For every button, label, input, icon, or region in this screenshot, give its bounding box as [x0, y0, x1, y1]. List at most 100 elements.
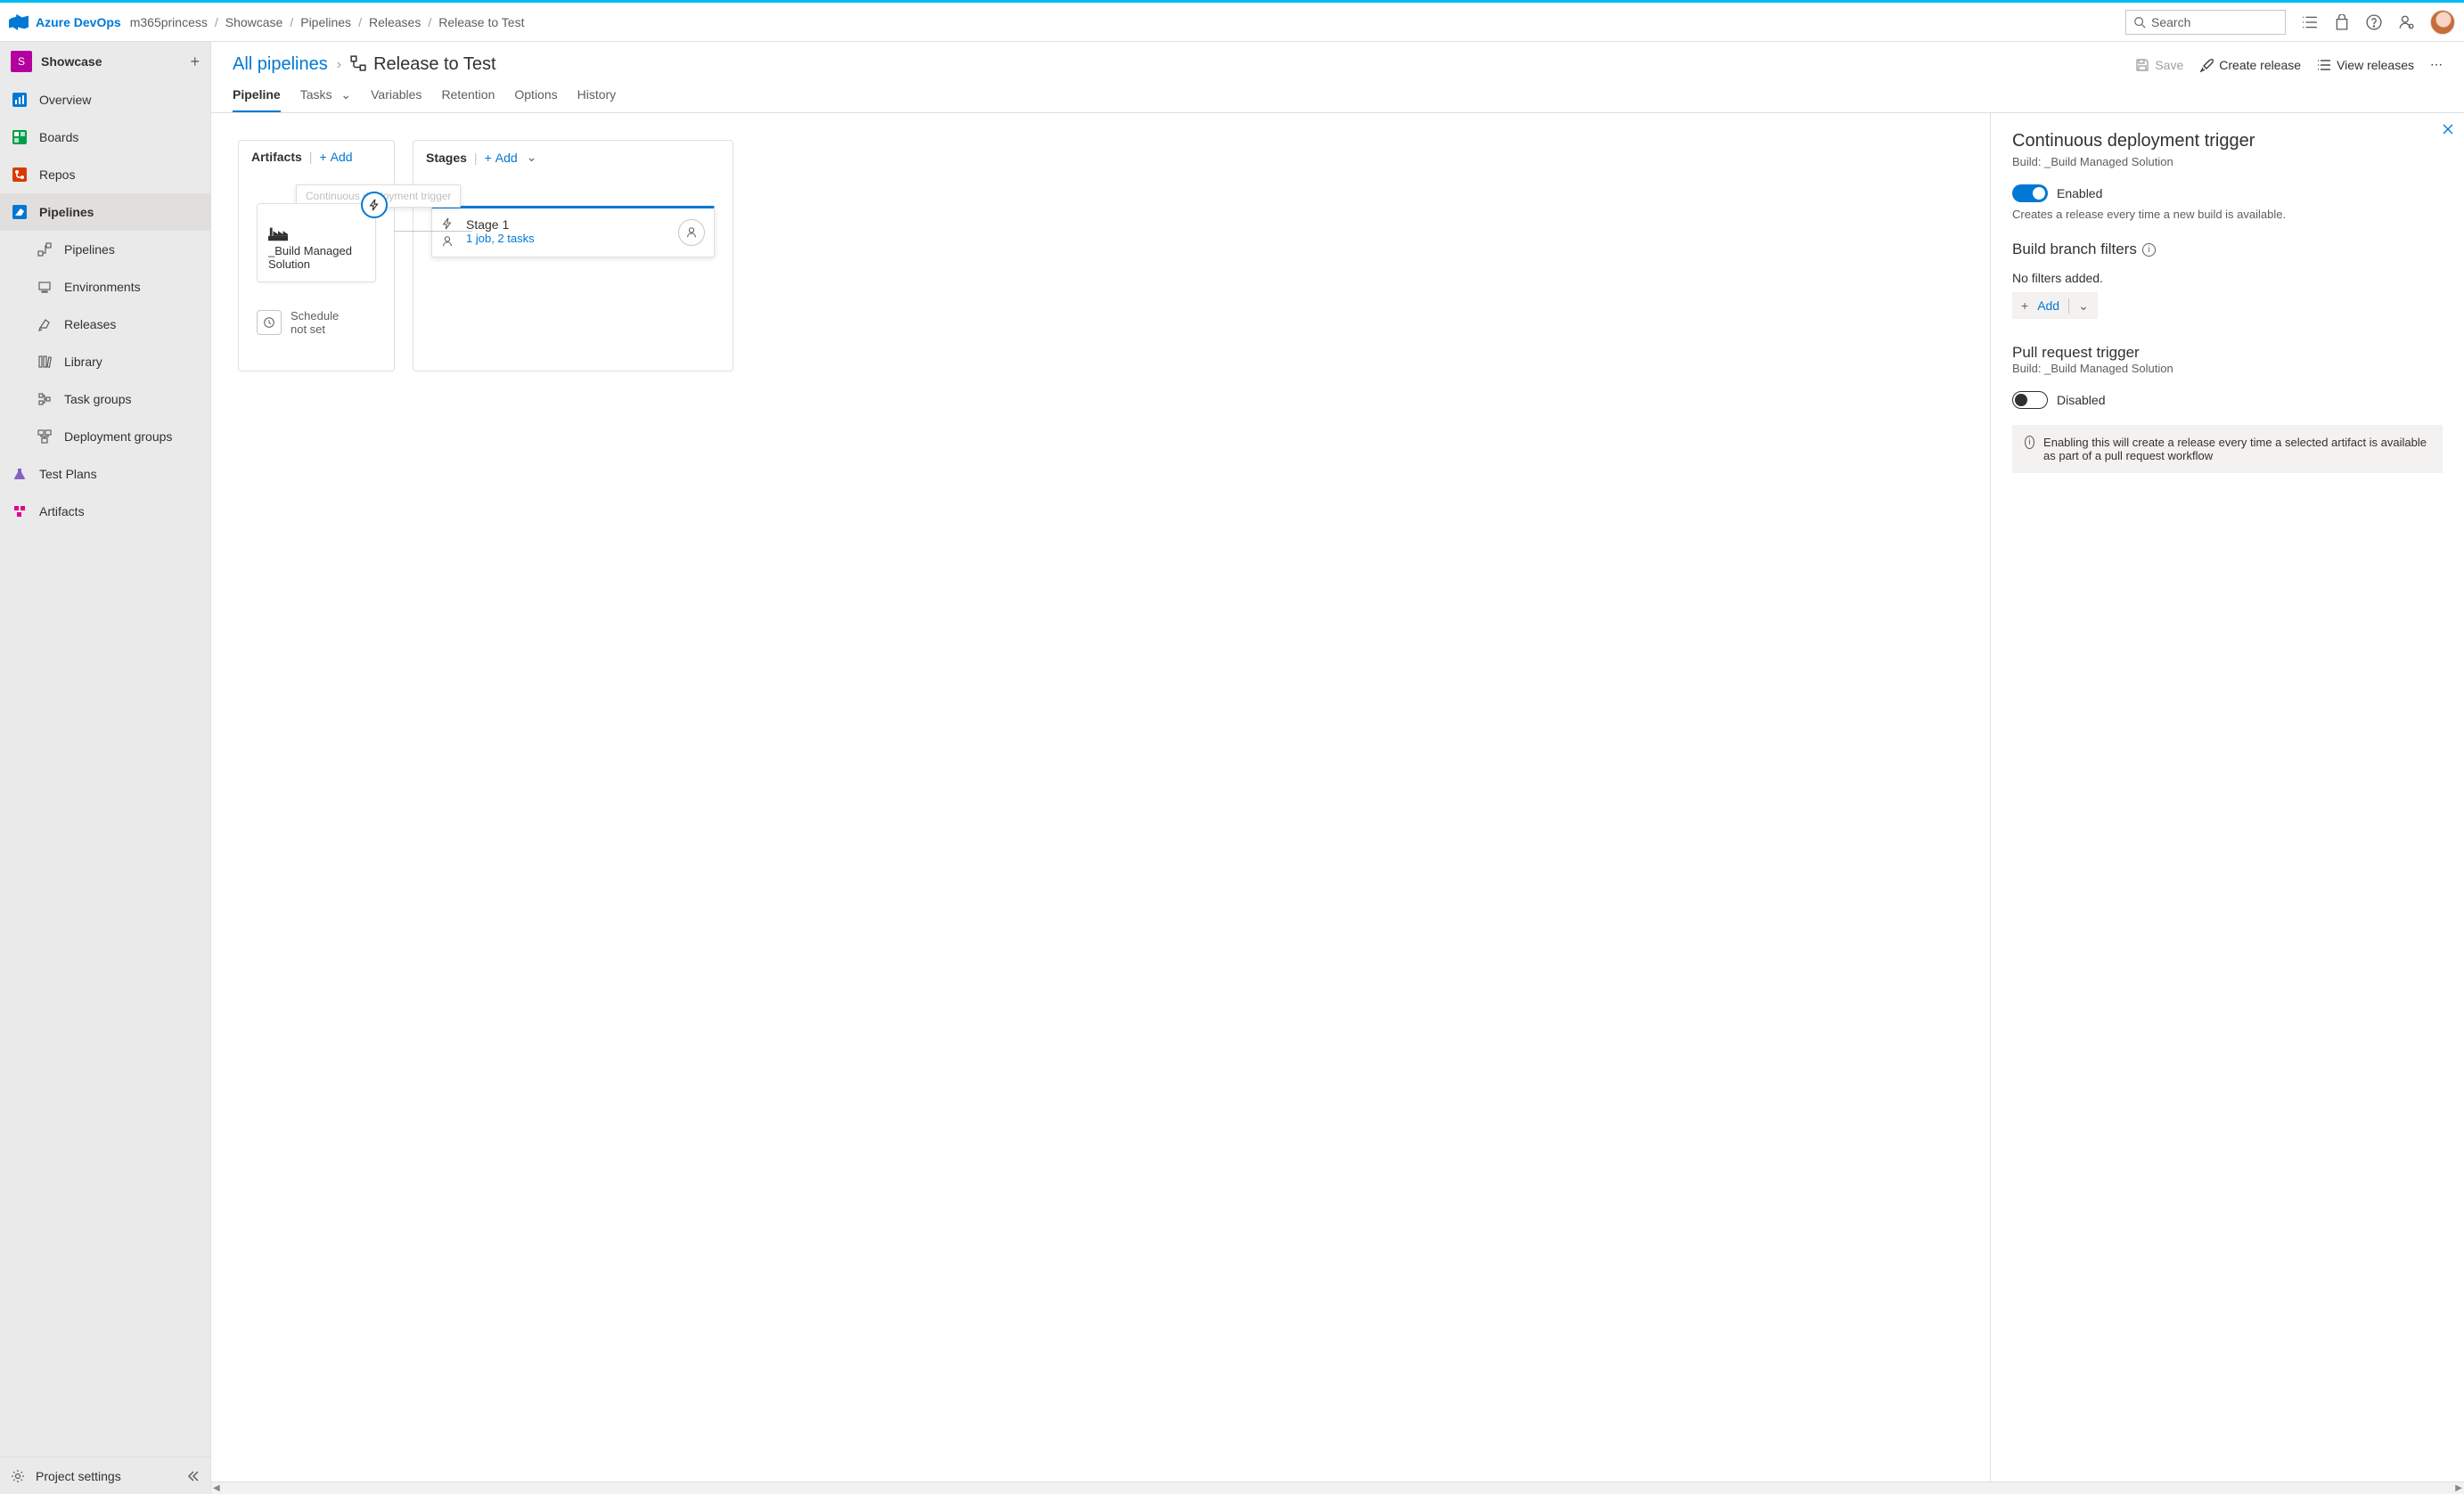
plus-icon: +	[2012, 298, 2037, 313]
info-icon[interactable]: i	[2142, 243, 2156, 257]
shopping-bag-icon[interactable]	[2334, 14, 2350, 30]
create-release-button[interactable]: Create release	[2199, 58, 2301, 72]
tab-tasks[interactable]: Tasks ⌄	[300, 87, 351, 112]
search-icon	[2133, 16, 2146, 29]
panel-title: Continuous deployment trigger	[2012, 131, 2443, 151]
main-content: All pipelines › Release to Test Save Cre…	[211, 42, 2464, 1494]
pr-info-box: i Enabling this will create a release ev…	[2012, 425, 2443, 473]
tab-history[interactable]: History	[577, 87, 617, 112]
sidebar-sub-task-groups[interactable]: Task groups	[0, 380, 210, 418]
chevron-down-icon: ⌄	[340, 87, 351, 102]
collapse-sidebar-icon[interactable]	[185, 1469, 200, 1483]
artifacts-title: Artifacts	[251, 150, 302, 164]
cd-trigger-panel: Continuous deployment trigger Build: _Bu…	[1990, 113, 2464, 1482]
list-icon[interactable]	[2302, 14, 2318, 30]
sidebar-sub-pipelines[interactable]: Pipelines	[0, 231, 210, 268]
gear-icon	[11, 1469, 25, 1483]
sidebar-item-artifacts[interactable]: Artifacts	[0, 493, 210, 530]
pr-subtitle: Build: _Build Managed Solution	[2012, 362, 2443, 375]
project-selector[interactable]: S Showcase +	[0, 42, 210, 81]
more-actions-button[interactable]: ⋯	[2430, 57, 2443, 72]
tab-variables[interactable]: Variables	[371, 87, 422, 112]
add-stage-button[interactable]: +Add⌄	[485, 150, 537, 165]
all-pipelines-link[interactable]: All pipelines	[233, 54, 328, 75]
artifact-card[interactable]: _Build Managed Solution	[257, 203, 376, 282]
project-settings-link[interactable]: Project settings	[0, 1457, 210, 1494]
sidebar-sub-library[interactable]: Library	[0, 343, 210, 380]
pipeline-canvas: Artifacts | +Add Continuous deployment t…	[211, 113, 1990, 1482]
artifact-name: _Build Managed Solution	[268, 244, 364, 271]
scroll-right-icon[interactable]: ▶	[2455, 1483, 2462, 1493]
lightning-icon	[368, 199, 381, 211]
overview-icon	[11, 91, 29, 109]
user-settings-icon[interactable]	[2398, 14, 2414, 30]
sidebar-item-label: Deployment groups	[64, 429, 172, 444]
view-releases-button[interactable]: View releases	[2317, 58, 2414, 72]
add-filter-button[interactable]: + Add ⌄	[2012, 292, 2098, 319]
sidebar-item-label: Pipelines	[39, 205, 94, 219]
sidebar-sub-environments[interactable]: Environments	[0, 268, 210, 306]
page-toolbar: All pipelines › Release to Test Save Cre…	[211, 42, 2464, 75]
deployment-groups-icon	[36, 428, 53, 445]
person-icon	[441, 235, 454, 248]
environments-icon	[36, 278, 53, 296]
sidebar-item-label: Releases	[64, 317, 116, 331]
add-artifact-button[interactable]: +Add	[319, 150, 352, 164]
pr-info-text: Enabling this will create a release ever…	[2043, 436, 2430, 462]
project-name: Showcase	[41, 54, 190, 69]
help-icon[interactable]	[2366, 14, 2382, 30]
build-icon	[268, 225, 288, 241]
post-deployment-button[interactable]	[678, 219, 705, 246]
breadcrumb[interactable]: Pipelines	[300, 15, 351, 29]
sidebar-item-test-plans[interactable]: Test Plans	[0, 455, 210, 493]
tab-options[interactable]: Options	[514, 87, 557, 112]
brand-link[interactable]: Azure DevOps	[36, 15, 121, 29]
sidebar-item-label: Pipelines	[64, 242, 115, 257]
cd-enabled-toggle[interactable]	[2012, 184, 2048, 202]
horizontal-scrollbar[interactable]: ◀ ▶	[211, 1482, 2464, 1494]
sidebar-sub-releases[interactable]: Releases	[0, 306, 210, 343]
sidebar-item-boards[interactable]: Boards	[0, 118, 210, 156]
sidebar-item-label: Library	[64, 355, 102, 369]
connector-line	[394, 231, 472, 232]
person-icon	[685, 226, 698, 239]
list-view-icon	[2317, 58, 2331, 72]
breadcrumb[interactable]: Showcase	[225, 15, 283, 29]
save-button[interactable]: Save	[2135, 58, 2183, 72]
pr-enabled-toggle[interactable]	[2012, 391, 2048, 409]
search-placeholder: Search	[2151, 15, 2190, 29]
save-icon	[2135, 58, 2149, 72]
project-icon: S	[11, 51, 32, 72]
user-avatar[interactable]	[2430, 10, 2455, 35]
close-panel-button[interactable]	[2441, 122, 2455, 136]
editor-tabs: Pipeline Tasks ⌄ Variables Retention Opt…	[211, 75, 2464, 113]
sidebar-item-overview[interactable]: Overview	[0, 81, 210, 118]
new-item-button[interactable]: +	[190, 53, 200, 71]
branch-filters-heading: Build branch filters i	[2012, 241, 2443, 258]
search-input[interactable]: Search	[2125, 10, 2286, 35]
sidebar-item-repos[interactable]: Repos	[0, 156, 210, 193]
tab-pipeline[interactable]: Pipeline	[233, 87, 281, 112]
cd-trigger-button[interactable]	[361, 192, 388, 218]
sidebar-item-label: Environments	[64, 280, 141, 294]
breadcrumb-org[interactable]: m365princess	[130, 15, 208, 29]
breadcrumb[interactable]: Releases	[369, 15, 421, 29]
plus-icon: +	[319, 150, 326, 164]
breadcrumb[interactable]: Release to Test	[438, 15, 524, 29]
chevron-down-icon[interactable]: ⌄	[2068, 298, 2098, 314]
pr-disabled-label: Disabled	[2057, 393, 2105, 407]
scroll-left-icon[interactable]: ◀	[213, 1483, 220, 1493]
chevron-right-icon: ›	[328, 57, 350, 73]
schedule-trigger[interactable]: Schedule not set	[257, 309, 376, 336]
artifacts-column: Artifacts | +Add Continuous deployment t…	[238, 140, 395, 371]
tab-retention[interactable]: Retention	[441, 87, 495, 112]
sidebar-item-pipelines[interactable]: Pipelines	[0, 193, 210, 231]
rocket-icon	[2199, 58, 2214, 72]
cd-description: Creates a release every time a new build…	[2012, 208, 2443, 221]
stages-column: Stages | +Add⌄ Stage 1 1 job, 2 tas	[413, 140, 733, 371]
sidebar-sub-deployment-groups[interactable]: Deployment groups	[0, 418, 210, 455]
stages-title: Stages	[426, 151, 467, 165]
pr-trigger-heading: Pull request trigger	[2012, 344, 2443, 362]
stage-card[interactable]: Stage 1 1 job, 2 tasks	[431, 206, 715, 257]
stage-tasks-link[interactable]: 1 job, 2 tasks	[466, 232, 666, 245]
